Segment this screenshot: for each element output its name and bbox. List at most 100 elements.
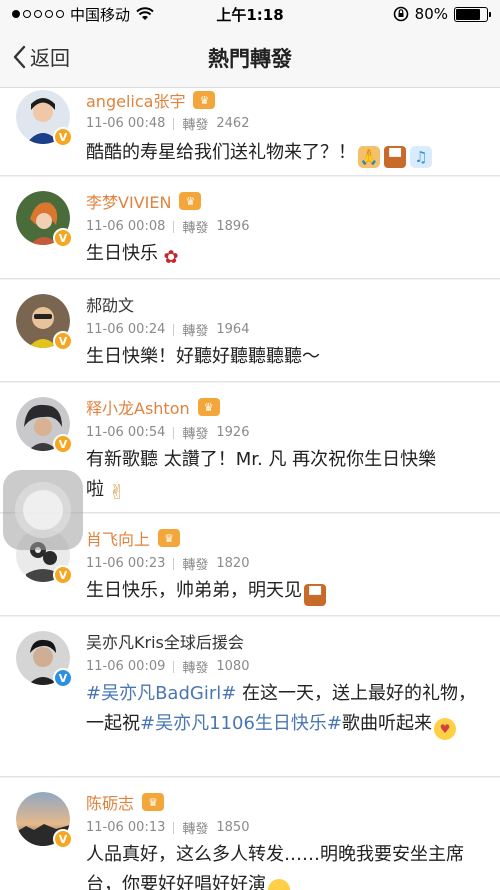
post-text-content: 生日快樂！好聽好聽聽聽聽～ bbox=[86, 346, 320, 367]
username[interactable]: 肖飞向上 ♛ bbox=[86, 526, 181, 550]
cake-emoji: ▀ bbox=[384, 146, 406, 168]
post-text: #吴亦凡BadGirl# 在这一天，送上最好的礼物，一起祝#吴亦凡1106生日快… bbox=[86, 679, 482, 740]
post-text: 人品真好，这么多人转发……明晚我要安坐主席台，你要好好唱好好演 ◡ bbox=[86, 840, 482, 890]
username-text: 李梦VIVIEN bbox=[86, 193, 172, 212]
post-text: 酷酷的寿星给我们送礼物来了？！ 🙏 ▀ ♫ bbox=[86, 138, 482, 168]
repost-count: 1926 bbox=[216, 425, 250, 440]
post-text-content: 啦 bbox=[86, 479, 104, 500]
post-meta: 11-06 00:08 轉發 1896 bbox=[86, 217, 249, 236]
post-text-line: 有新歌聽 太讚了！Mr. 凡 再次祝你生日快樂 bbox=[86, 449, 437, 470]
status-bar: 中国移动 上午1:18 80% bbox=[0, 0, 500, 28]
verified-badge-icon: V bbox=[53, 434, 73, 454]
list-item[interactable]: V 李梦VIVIEN ♛ 11-06 00:08 轉發 1896 生日快乐 ✿ bbox=[0, 177, 500, 279]
member-crown-icon: ♛ bbox=[193, 91, 216, 109]
post-text: 生日快樂！好聽好聽聽聽聽～ bbox=[86, 342, 482, 372]
avatar[interactable]: V bbox=[16, 191, 73, 248]
post-text-content: 生日快乐 bbox=[86, 243, 158, 264]
signal-icon bbox=[12, 10, 64, 18]
repost-label: 轉發 bbox=[182, 118, 209, 133]
cake-emoji: ▀ bbox=[304, 584, 326, 606]
username[interactable]: 陈砺志 ♛ bbox=[86, 790, 165, 814]
repost-label: 轉發 bbox=[182, 558, 209, 573]
navigation-bar: 返回 熱門轉發 bbox=[0, 28, 500, 88]
post-meta: 11-06 00:54 轉發 1926 bbox=[86, 423, 249, 442]
list-item[interactable]: V 郝劭文 11-06 00:24 轉發 1964 生日快樂！好聽好聽聽聽聽～ bbox=[0, 280, 500, 382]
repost-label: 轉發 bbox=[182, 822, 209, 837]
list-item[interactable]: V 陈砺志 ♛ 11-06 00:13 轉發 1850 人品真好，这么多人转发…… bbox=[0, 778, 500, 890]
page-title: 熱門轉發 bbox=[208, 46, 292, 71]
avatar[interactable]: V bbox=[16, 90, 73, 147]
blow-kiss-emoji: ♥ bbox=[433, 718, 456, 740]
avatar[interactable]: V bbox=[16, 792, 73, 849]
repost-count: 1080 bbox=[216, 659, 250, 674]
post-date: 11-06 00:24 bbox=[86, 322, 166, 337]
username-text: 郝劭文 bbox=[86, 296, 135, 315]
verified-badge-icon: V bbox=[53, 331, 73, 351]
hashtag-link[interactable]: #吴亦凡BadGirl# bbox=[86, 683, 236, 704]
battery-icon bbox=[454, 6, 491, 22]
post-meta: 11-06 00:13 轉發 1850 bbox=[86, 818, 249, 837]
carrier-group: 中国移动 bbox=[12, 4, 154, 25]
member-crown-icon: ♛ bbox=[179, 192, 202, 210]
post-date: 11-06 00:09 bbox=[86, 659, 166, 674]
post-text-line: 啦 ✌ bbox=[86, 475, 482, 505]
username-text: 吴亦凡Kris全球后援会 bbox=[86, 633, 244, 652]
post-text: 生日快乐 ✿ bbox=[86, 239, 482, 269]
post-date: 11-06 00:08 bbox=[86, 219, 166, 234]
username[interactable]: 李梦VIVIEN ♛ bbox=[86, 189, 202, 213]
username[interactable]: 郝劭文 bbox=[86, 292, 134, 316]
assistive-touch-ring bbox=[15, 482, 71, 538]
repost-label: 轉發 bbox=[182, 221, 209, 236]
list-item[interactable]: V angelica张宇 ♛ 11-06 00:48 轉發 2462 酷酷的寿星… bbox=[0, 88, 500, 176]
wifi-icon bbox=[136, 7, 154, 20]
post-meta: 11-06 00:48 轉發 2462 bbox=[86, 114, 249, 133]
post-date: 11-06 00:48 bbox=[86, 116, 166, 131]
avatar[interactable]: V bbox=[16, 294, 73, 351]
post-text: 有新歌聽 太讚了！Mr. 凡 再次祝你生日快樂 啦 ✌ bbox=[86, 445, 482, 505]
verified-badge-icon: V bbox=[53, 668, 73, 688]
back-label: 返回 bbox=[30, 46, 70, 70]
battery-group: 80% bbox=[393, 5, 491, 23]
avatar[interactable]: V bbox=[16, 397, 73, 454]
music-note-emoji: ♫ bbox=[410, 146, 432, 168]
username[interactable]: 吴亦凡Kris全球后援会 bbox=[86, 629, 244, 653]
post-meta: 11-06 00:23 轉發 1820 bbox=[86, 554, 249, 573]
repost-count: 1850 bbox=[216, 820, 250, 835]
member-crown-icon: ♛ bbox=[142, 793, 165, 811]
username-text: 释小龙Ashton bbox=[86, 399, 190, 418]
repost-count: 1964 bbox=[216, 322, 250, 337]
rose-emoji: ✿ bbox=[163, 247, 179, 268]
assistive-touch-button[interactable] bbox=[3, 470, 83, 550]
post-meta: 11-06 00:09 轉發 1080 bbox=[86, 657, 249, 676]
post-text-content: 生日快乐，帅弟弟，明天见 bbox=[86, 580, 302, 601]
username[interactable]: 释小龙Ashton ♛ bbox=[86, 395, 220, 419]
battery-percent: 80% bbox=[414, 5, 448, 23]
post-date: 11-06 00:54 bbox=[86, 425, 166, 440]
orientation-lock-icon bbox=[393, 6, 408, 22]
avatar[interactable]: V bbox=[16, 631, 73, 688]
victory-hand-emoji: ✌ bbox=[108, 480, 126, 504]
repost-count: 1896 bbox=[216, 219, 250, 234]
username-text: 肖飞向上 bbox=[86, 530, 151, 549]
back-button[interactable]: 返回 bbox=[12, 42, 70, 71]
username[interactable]: angelica张宇 ♛ bbox=[86, 88, 216, 112]
smirk-face-emoji: ◡ bbox=[268, 879, 290, 890]
pray-emoji: 🙏 bbox=[358, 146, 380, 168]
carrier-label: 中国移动 bbox=[70, 5, 131, 24]
repost-count: 1820 bbox=[216, 556, 250, 571]
post-text-content: 歌曲听起来 bbox=[341, 713, 432, 734]
verified-badge-icon: V bbox=[53, 127, 73, 147]
post-text: 生日快乐，帅弟弟，明天见 ▀ bbox=[86, 576, 482, 606]
verified-badge-icon: V bbox=[53, 829, 73, 849]
username-text: 陈砺志 bbox=[86, 794, 135, 813]
list-item[interactable]: V 吴亦凡Kris全球后援会 11-06 00:09 轉發 1080 #吴亦凡B… bbox=[0, 617, 500, 777]
post-meta: 11-06 00:24 轉發 1964 bbox=[86, 320, 249, 339]
chevron-left-icon bbox=[13, 45, 26, 68]
hashtag-link[interactable]: #吴亦凡1106生日快乐# bbox=[140, 713, 342, 734]
verified-badge-icon: V bbox=[53, 565, 73, 585]
username-text: angelica张宇 bbox=[86, 92, 186, 111]
member-crown-icon: ♛ bbox=[158, 529, 181, 547]
verified-badge-icon: V bbox=[53, 228, 73, 248]
repost-label: 轉發 bbox=[182, 427, 209, 442]
member-crown-icon: ♛ bbox=[197, 398, 220, 416]
